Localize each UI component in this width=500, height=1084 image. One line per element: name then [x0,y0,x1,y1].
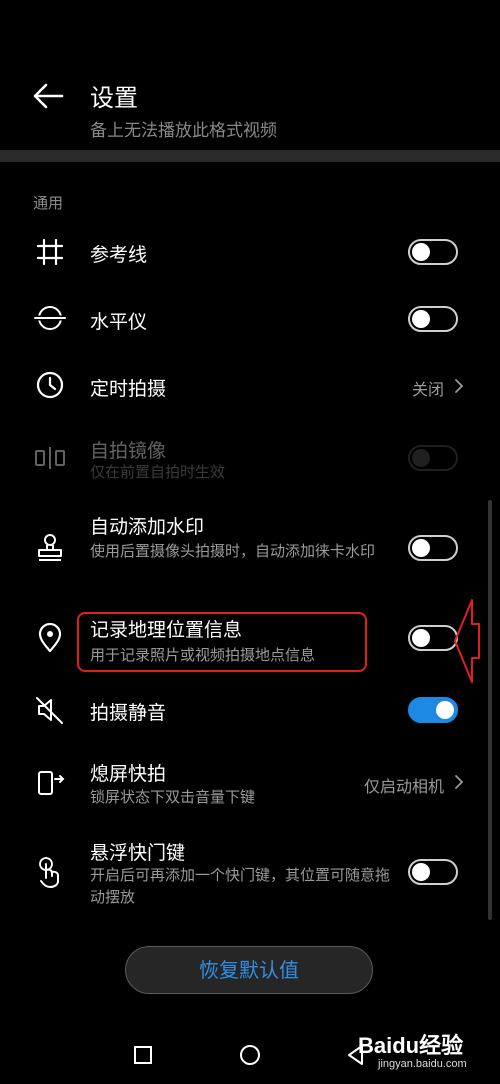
snapshot-value: 仅启动相机 [363,777,444,796]
watermark-toggle[interactable] [408,535,458,561]
setting-label: 拍摄静音 [90,702,167,724]
timer-value: 关闭 [411,380,444,399]
section-label: 通用 [33,194,64,212]
level-toggle[interactable] [408,306,458,332]
stamp-icon [38,534,62,561]
setting-sublabel: 开启后可再添加一个快门键，其位置可随意拖动摆放 [90,866,391,906]
baidu-watermark: Baidu经验 jingyan.baidu.com [358,1028,488,1078]
watermark-subtitle: jingyan.baidu.com [378,1058,467,1070]
pointer-arrow-icon [454,599,480,683]
setting-sublabel: 使用后置摄像头拍摄时，自动添加徕卡水印 [90,542,376,560]
grid-icon [36,238,64,266]
scrollbar[interactable] [488,500,492,920]
section-divider [0,150,500,162]
header: 设置 备上无法播放此格式视频 [0,0,500,150]
setting-label: 悬浮快门键 [90,842,186,864]
level-icon [34,306,66,330]
recents-square-icon[interactable] [130,1042,156,1068]
setting-label: 熄屏快拍 [90,763,167,785]
page-title: 设置 [90,84,138,112]
highlight-box [77,612,367,672]
clipped-setting-text: 备上无法播放此格式视频 [90,121,277,141]
setting-label: 自拍镜像 [90,440,167,462]
chevron-right-icon [455,379,464,393]
location-toggle[interactable] [408,625,458,651]
reset-defaults-button[interactable]: 恢复默认值 [125,946,373,994]
setting-label: 定时拍摄 [90,378,167,400]
location-icon [38,622,62,653]
setting-sublabel: 仅在前置自拍时生效 [90,463,226,481]
mirror-toggle [408,445,458,471]
watermark-title: Baidu经验 [358,1033,464,1058]
mirror-icon [35,447,65,469]
mute-icon [36,697,63,724]
setting-label: 参考线 [90,244,148,266]
back-arrow-icon[interactable] [28,76,68,116]
setting-sublabel: 锁屏状态下双击音量下键 [90,788,256,806]
chevron-right-icon [455,775,464,789]
home-circle-icon[interactable] [237,1042,263,1068]
timer-icon [36,371,64,399]
touch-icon [39,857,59,889]
setting-label: 水平仪 [90,311,148,333]
snapshot-icon [38,771,65,795]
setting-label: 自动添加水印 [90,516,205,538]
grid-toggle[interactable] [408,239,458,265]
mute-toggle[interactable] [408,697,458,723]
floating-shutter-toggle[interactable] [408,859,458,885]
